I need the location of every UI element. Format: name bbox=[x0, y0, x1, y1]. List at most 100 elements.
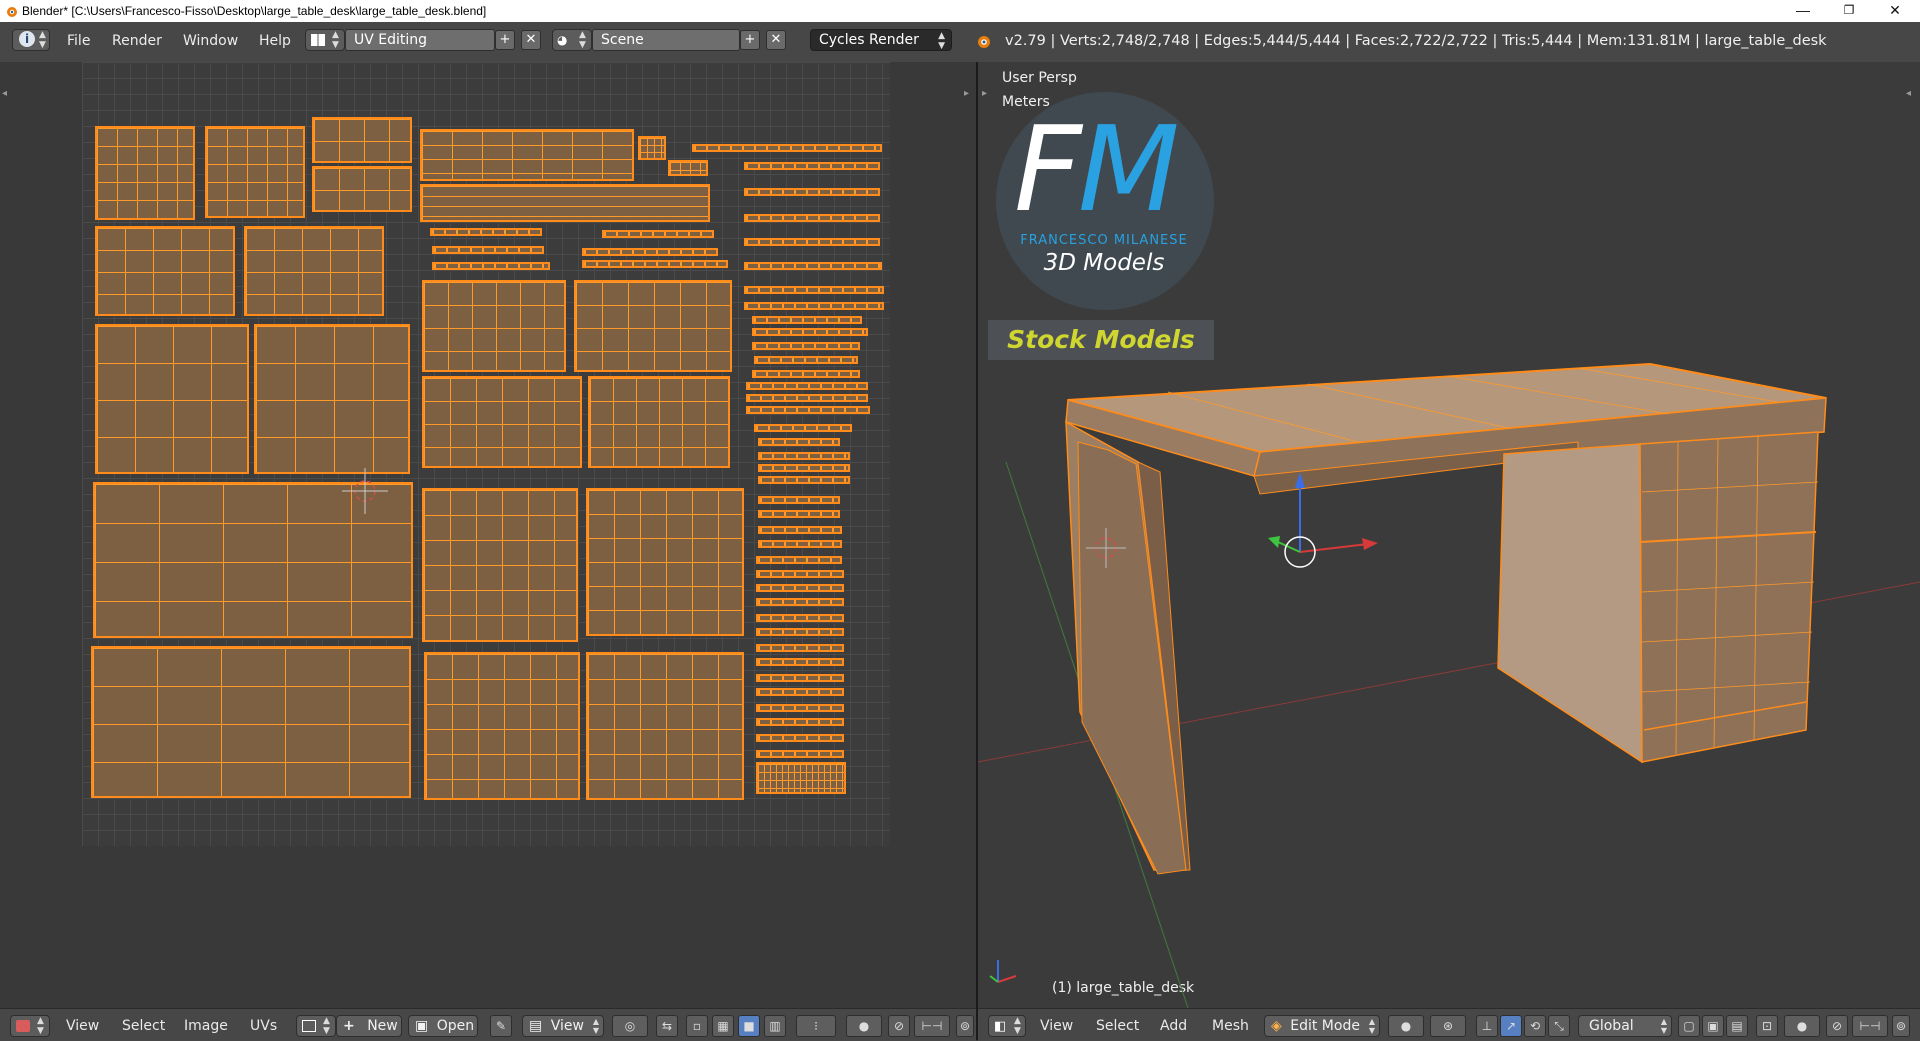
uv-strip[interactable] bbox=[752, 328, 868, 336]
uv-strip[interactable] bbox=[432, 246, 544, 254]
uv-strip[interactable] bbox=[758, 476, 850, 484]
island-select-icon[interactable]: ▥ bbox=[764, 1015, 786, 1037]
region-toggle-arrow-icon[interactable]: ◂ bbox=[2, 88, 7, 99]
uv-strip[interactable] bbox=[602, 230, 714, 238]
uv-strip[interactable] bbox=[582, 248, 718, 256]
uv-sync-selection-icon[interactable]: ⇆ bbox=[656, 1015, 678, 1037]
snap-toggle-icon[interactable]: ⊘ bbox=[1826, 1015, 1848, 1037]
scene-selector[interactable]: ◕ ▲ ▼ bbox=[552, 29, 592, 51]
uv-strip[interactable] bbox=[744, 188, 880, 196]
uv-island[interactable] bbox=[91, 646, 411, 798]
uv-strip[interactable] bbox=[756, 584, 844, 592]
layer-icon[interactable]: ▢ bbox=[1678, 1015, 1700, 1037]
uv-island[interactable] bbox=[420, 129, 634, 181]
uv-island[interactable] bbox=[422, 488, 578, 642]
uv-island[interactable] bbox=[424, 652, 580, 800]
minimize-button[interactable]: — bbox=[1780, 0, 1826, 22]
uv-strip[interactable] bbox=[752, 370, 860, 378]
close-window-button[interactable]: ✕ bbox=[1872, 0, 1918, 22]
uv-strip[interactable] bbox=[756, 570, 844, 578]
uv-strip[interactable] bbox=[756, 658, 844, 666]
uv-strip[interactable] bbox=[756, 688, 844, 696]
uv-island[interactable] bbox=[95, 126, 195, 220]
view-mode-dropdown[interactable]: ▤ View ▲ ▼ bbox=[522, 1015, 604, 1037]
uv-strip[interactable] bbox=[758, 452, 850, 460]
image-browse-selector[interactable]: ▲ ▼ bbox=[296, 1015, 336, 1037]
uv-strip[interactable] bbox=[758, 464, 850, 472]
uv-island[interactable] bbox=[638, 136, 666, 160]
uv-strip[interactable] bbox=[744, 238, 880, 246]
uv-island[interactable] bbox=[205, 126, 305, 218]
menu-window[interactable]: Window bbox=[183, 30, 238, 52]
uv-island[interactable] bbox=[254, 324, 410, 474]
uv-island[interactable] bbox=[422, 280, 566, 372]
snap-icon[interactable]: ⊘ bbox=[888, 1015, 910, 1037]
open-image-button[interactable]: ▣ Open bbox=[408, 1015, 478, 1037]
uv-island[interactable] bbox=[586, 652, 744, 800]
editor-type-info-button[interactable]: i ▲ ▼ bbox=[12, 29, 50, 51]
uv-strip[interactable] bbox=[756, 628, 844, 636]
uv-menu-view[interactable]: View bbox=[66, 1016, 99, 1036]
render-engine-dropdown[interactable]: Cycles Render ▲ ▼ bbox=[810, 29, 952, 51]
pivot-icon[interactable]: ◎ bbox=[612, 1015, 648, 1037]
uv-strip[interactable] bbox=[432, 262, 550, 270]
screen-layout-selector[interactable]: ▲ ▼ bbox=[305, 29, 345, 51]
uv-grid-canvas[interactable] bbox=[82, 62, 890, 846]
uv-island[interactable] bbox=[588, 376, 730, 468]
uv-strip[interactable] bbox=[692, 144, 882, 152]
uv-island[interactable] bbox=[422, 376, 582, 468]
uv-menu-uvs[interactable]: UVs bbox=[250, 1016, 277, 1036]
scene-name-field[interactable]: Scene bbox=[592, 29, 740, 51]
transform-orientation-dropdown[interactable]: Global ▲ ▼ bbox=[1578, 1015, 1672, 1037]
uv-strip[interactable] bbox=[758, 526, 842, 534]
uv-strip[interactable] bbox=[752, 342, 860, 350]
rotate-manipulator-icon[interactable]: ⟲ bbox=[1524, 1015, 1546, 1037]
uv-strip[interactable] bbox=[430, 228, 542, 236]
view3d-menu-mesh[interactable]: Mesh bbox=[1212, 1016, 1249, 1036]
uv-strip[interactable] bbox=[756, 598, 844, 606]
view3d-menu-add[interactable]: Add bbox=[1160, 1016, 1187, 1036]
uv-menu-image[interactable]: Image bbox=[184, 1016, 228, 1036]
snap-element-icon[interactable]: ⊢⊣ bbox=[1852, 1015, 1888, 1037]
region-toggle-arrow-icon[interactable]: ▸ bbox=[964, 88, 969, 99]
maximize-button[interactable]: ❐ bbox=[1826, 0, 1872, 22]
uv-strip[interactable] bbox=[756, 734, 844, 742]
uv-strip[interactable] bbox=[756, 644, 844, 652]
uv-strip[interactable] bbox=[756, 704, 844, 712]
uv-strip[interactable] bbox=[744, 286, 884, 294]
sticky-select-icon[interactable]: ⁝ bbox=[796, 1015, 836, 1037]
view3d-menu-view[interactable]: View bbox=[1040, 1016, 1073, 1036]
uv-strip[interactable] bbox=[756, 718, 844, 726]
pin-icon[interactable]: ✎ bbox=[490, 1015, 512, 1037]
uv-strip[interactable] bbox=[744, 262, 882, 270]
mode-dropdown[interactable]: ◈ Edit Mode ▲ ▼ bbox=[1264, 1015, 1380, 1037]
uv-strip[interactable] bbox=[744, 302, 884, 310]
uv-image-editor[interactable]: ◂ ▸ bbox=[0, 62, 976, 1008]
uv-strip[interactable] bbox=[744, 214, 880, 222]
render-preview-icon[interactable]: ⊚ bbox=[1892, 1015, 1910, 1037]
render-icon[interactable]: ⊚ bbox=[956, 1015, 974, 1037]
uv-island[interactable] bbox=[586, 488, 744, 636]
uv-island[interactable] bbox=[95, 324, 249, 474]
editor-type-selector[interactable]: ▲ ▼ bbox=[10, 1015, 50, 1037]
uv-island[interactable] bbox=[95, 226, 235, 316]
uv-strip[interactable] bbox=[756, 674, 844, 682]
uv-island[interactable] bbox=[312, 166, 412, 212]
uv-strip[interactable] bbox=[756, 750, 844, 758]
manipulator-toggle-icon[interactable]: ⊥ bbox=[1476, 1015, 1498, 1037]
edge-select-mode-icon[interactable]: ▤ bbox=[1726, 1015, 1748, 1037]
menu-render[interactable]: Render bbox=[112, 30, 162, 52]
uv-strip[interactable] bbox=[752, 316, 862, 324]
uv-island[interactable] bbox=[756, 762, 846, 794]
uv-strip[interactable] bbox=[756, 614, 844, 622]
face-select-icon[interactable]: ■ bbox=[738, 1015, 760, 1037]
vertex-select-mode-icon[interactable]: ▣ bbox=[1702, 1015, 1724, 1037]
uv-strip[interactable] bbox=[582, 260, 728, 268]
snap-element-icon[interactable]: ⊢⊣ bbox=[914, 1015, 950, 1037]
uv-island[interactable] bbox=[312, 117, 412, 163]
edge-select-icon[interactable]: ▦ bbox=[712, 1015, 734, 1037]
uv-strip[interactable] bbox=[746, 406, 870, 414]
scale-manipulator-icon[interactable]: ⤡ bbox=[1548, 1015, 1570, 1037]
uv-strip[interactable] bbox=[756, 556, 842, 564]
add-screen-button[interactable]: + bbox=[495, 30, 515, 50]
